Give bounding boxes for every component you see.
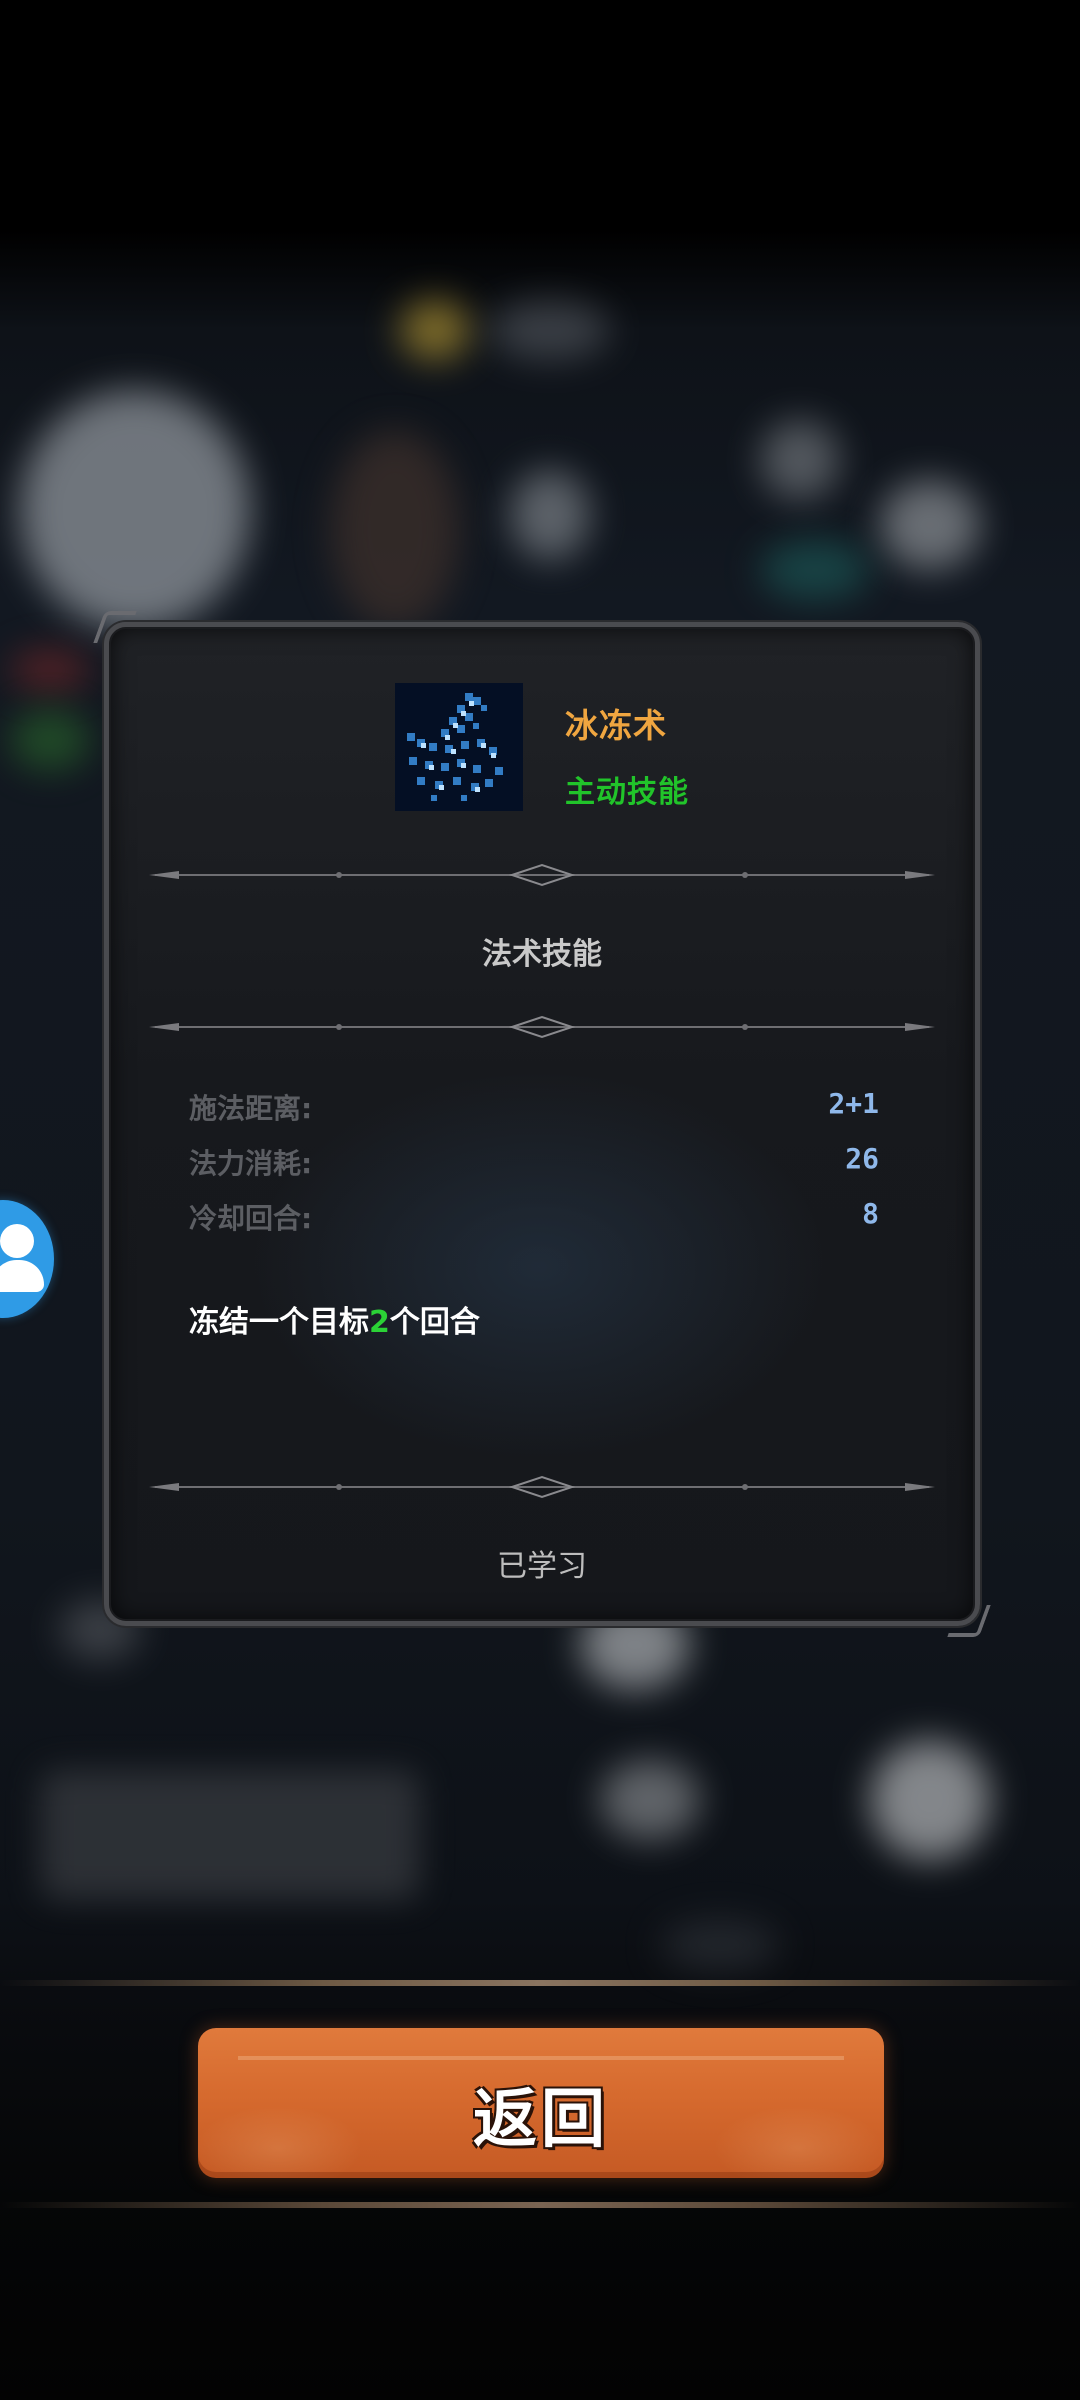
cooldown-value: 8 — [862, 1197, 879, 1230]
friends-bubble-icon[interactable] — [0, 1200, 54, 1318]
learned-status: 已学习 — [497, 1549, 587, 1584]
cast-range-value: 2+1 — [828, 1087, 879, 1120]
cast-range-label: 施法距离: — [189, 1092, 313, 1125]
description-text: 个回合 — [389, 1305, 480, 1340]
panel-corner-ornament — [947, 1605, 991, 1637]
skill-name: 冰冻术 — [565, 706, 667, 745]
bottom-bar-divider — [0, 2202, 1080, 2208]
mana-cost-value: 26 — [845, 1142, 879, 1175]
skill-category: 法术技能 — [482, 937, 602, 972]
skill-description: 冻结一个目标2个回合 — [189, 1297, 480, 1341]
ornamental-divider — [149, 1475, 935, 1499]
ice-freeze-skill-icon — [395, 683, 523, 811]
game-screen: 冰冻术 主动技能 法术技能 施法距离: 2+1 法力消耗: 26 冷却回合: 8… — [0, 0, 1080, 2400]
cooldown-label: 冷却回合: — [189, 1202, 313, 1235]
description-highlight: 2 — [369, 1305, 390, 1340]
description-text: 冻结一个目标 — [189, 1305, 369, 1340]
ornamental-divider — [149, 863, 935, 887]
return-button-label: 返回 — [473, 2083, 609, 2157]
skill-type-label: 主动技能 — [565, 775, 689, 810]
ornamental-divider — [149, 1015, 935, 1039]
return-button[interactable]: 返回 — [198, 2028, 884, 2178]
skill-detail-panel: 冰冻术 主动技能 法术技能 施法距离: 2+1 法力消耗: 26 冷却回合: 8… — [93, 611, 991, 1637]
bottom-bar-divider — [0, 1980, 1080, 1986]
mana-cost-label: 法力消耗: — [189, 1147, 313, 1180]
